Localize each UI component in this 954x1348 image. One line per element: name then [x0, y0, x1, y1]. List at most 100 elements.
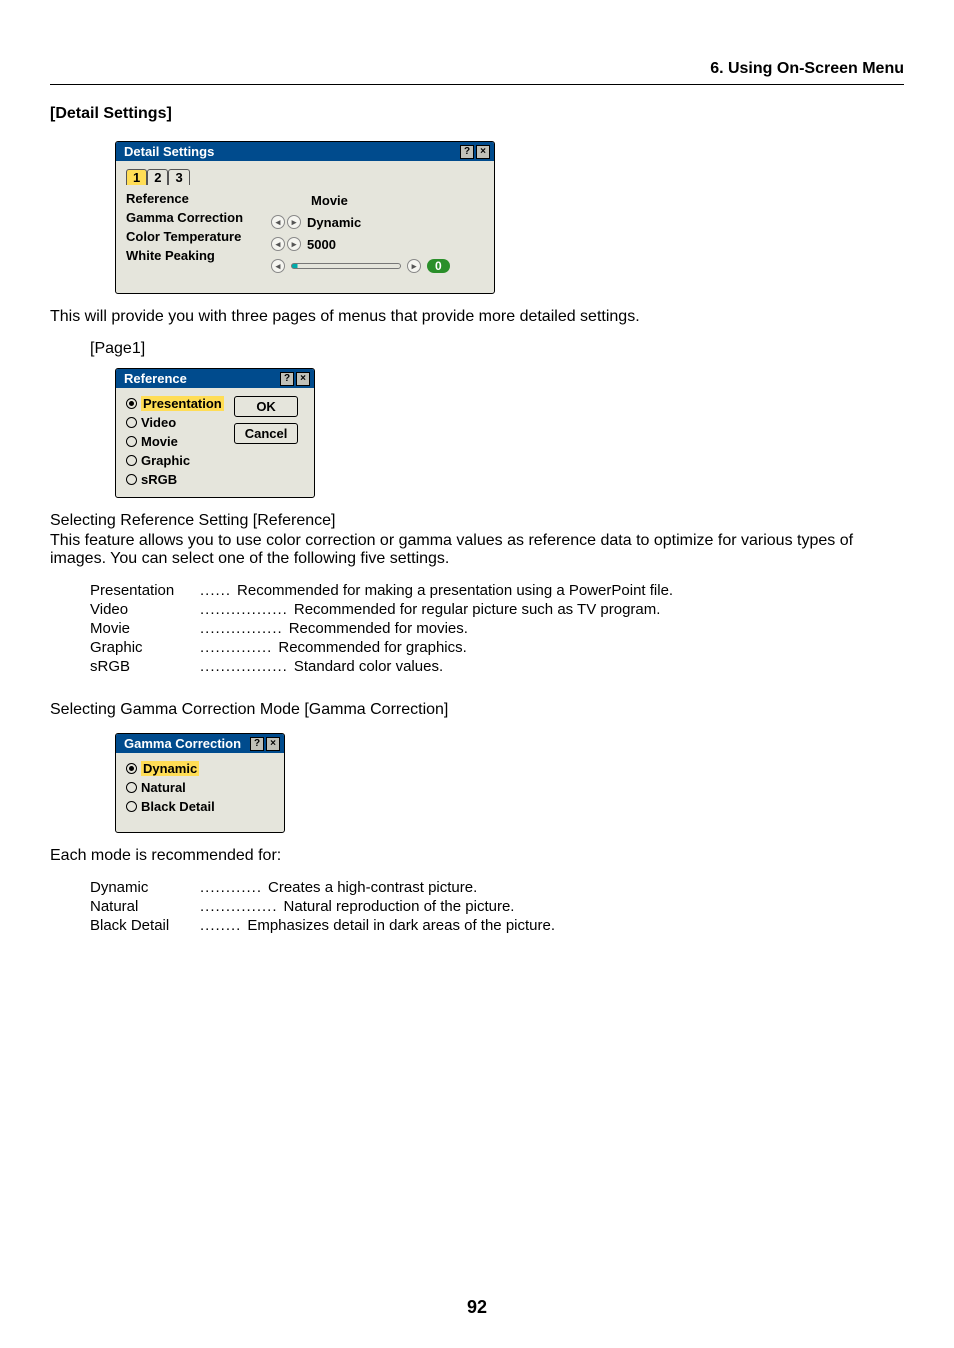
definition-term: Video: [90, 601, 200, 618]
colortemp-arrows[interactable]: ◂ ▸: [271, 237, 301, 251]
radio-label: Video: [141, 415, 176, 430]
dialog-title: Reference: [124, 371, 187, 386]
gamma-heading: Selecting Gamma Correction Mode [Gamma C…: [50, 701, 904, 719]
gamma-dialog: Gamma Correction ? × Dynamic Natural Bla…: [115, 733, 285, 833]
definition-term: Black Detail: [90, 917, 200, 934]
gamma-label: Gamma Correction: [126, 210, 243, 225]
definition-term: Movie: [90, 620, 200, 637]
colortemp-label: Color Temperature: [126, 229, 243, 244]
tab-2[interactable]: 2: [147, 169, 168, 185]
whitepeak-label: White Peaking: [126, 248, 243, 263]
radio-icon: [126, 398, 137, 409]
definition-desc: Emphasizes detail in dark areas of the p…: [247, 917, 555, 934]
tab-strip: 1 2 3: [126, 169, 484, 185]
definition-desc: Natural reproduction of the picture.: [284, 898, 515, 915]
intro-text: This will provide you with three pages o…: [50, 308, 904, 326]
definition-row: Video................. Recommended for re…: [90, 601, 904, 618]
radio-movie[interactable]: Movie: [126, 434, 224, 449]
help-icon[interactable]: ?: [280, 372, 294, 386]
radio-label: Natural: [141, 780, 186, 795]
detail-settings-dialog: Detail Settings ? × 1 2 3 Reference Gamm…: [115, 141, 495, 294]
whitepeak-slider[interactable]: [291, 263, 401, 269]
radio-natural[interactable]: Natural: [126, 780, 274, 795]
definition-desc: Creates a high-contrast picture.: [268, 879, 477, 896]
definition-dots: ..............: [200, 639, 272, 656]
arrow-left-icon[interactable]: ◂: [271, 215, 285, 229]
reference-definitions: Presentation...... Recommended for making…: [90, 582, 904, 675]
close-icon[interactable]: ×: [476, 145, 490, 159]
radio-icon: [126, 455, 137, 466]
radio-icon: [126, 763, 137, 774]
definition-dots: .................: [200, 601, 288, 618]
definition-row: Graphic.............. Recommended for gra…: [90, 639, 904, 656]
radio-graphic[interactable]: Graphic: [126, 453, 224, 468]
definition-row: Movie................ Recommended for mov…: [90, 620, 904, 637]
radio-label: Black Detail: [141, 799, 215, 814]
dialog-title: Detail Settings: [124, 144, 214, 159]
definition-desc: Standard color values.: [294, 658, 443, 675]
whitepeak-value: 0: [427, 259, 450, 273]
definition-desc: Recommended for graphics.: [278, 639, 466, 656]
cancel-button[interactable]: Cancel: [234, 423, 299, 444]
close-icon[interactable]: ×: [266, 737, 280, 751]
definition-term: Graphic: [90, 639, 200, 656]
definition-term: Presentation: [90, 582, 200, 599]
dialog-title: Gamma Correction: [124, 736, 241, 751]
definition-dots: ............: [200, 879, 262, 896]
gamma-definitions: Dynamic............ Creates a high-contra…: [90, 879, 904, 934]
reference-value: Movie: [311, 193, 348, 208]
radio-icon: [126, 417, 137, 428]
section-title: [Detail Settings]: [50, 105, 904, 123]
definition-dots: ...............: [200, 898, 278, 915]
reference-heading: Selecting Reference Setting [Reference]: [50, 512, 904, 530]
definition-dots: ................: [200, 620, 283, 637]
colortemp-value: 5000: [307, 237, 336, 252]
close-icon[interactable]: ×: [296, 372, 310, 386]
definition-desc: Recommended for making a presentation us…: [237, 582, 673, 599]
help-icon[interactable]: ?: [250, 737, 264, 751]
definition-dots: ......: [200, 582, 231, 599]
radio-label: Graphic: [141, 453, 190, 468]
definition-row: Dynamic............ Creates a high-contra…: [90, 879, 904, 896]
radio-dynamic[interactable]: Dynamic: [126, 761, 274, 776]
radio-icon: [126, 782, 137, 793]
radio-blackdetail[interactable]: Black Detail: [126, 799, 274, 814]
gamma-intro: Each mode is recommended for:: [50, 847, 904, 865]
dialog-titlebar: Reference ? ×: [116, 369, 314, 388]
ok-button[interactable]: OK: [234, 396, 299, 417]
tab-3[interactable]: 3: [168, 169, 189, 185]
radio-presentation[interactable]: Presentation: [126, 396, 224, 411]
radio-icon: [126, 801, 137, 812]
gamma-arrows[interactable]: ◂ ▸: [271, 215, 301, 229]
arrow-left-icon[interactable]: ◂: [271, 237, 285, 251]
radio-srgb[interactable]: sRGB: [126, 472, 224, 487]
reference-label: Reference: [126, 191, 243, 206]
definition-term: Dynamic: [90, 879, 200, 896]
definition-row: Presentation...... Recommended for making…: [90, 582, 904, 599]
definition-row: sRGB................. Standard color valu…: [90, 658, 904, 675]
dialog-titlebar: Detail Settings ? ×: [116, 142, 494, 161]
definition-row: Black Detail........ Emphasizes detail in…: [90, 917, 904, 934]
help-icon[interactable]: ?: [460, 145, 474, 159]
definition-term: sRGB: [90, 658, 200, 675]
gamma-value: Dynamic: [307, 215, 361, 230]
page-number: 92: [0, 1297, 954, 1318]
radio-video[interactable]: Video: [126, 415, 224, 430]
definition-dots: .................: [200, 658, 288, 675]
radio-label: Movie: [141, 434, 178, 449]
definition-desc: Recommended for movies.: [289, 620, 468, 637]
arrow-right-icon[interactable]: ▸: [287, 215, 301, 229]
chapter-header: 6. Using On-Screen Menu: [50, 60, 904, 85]
definition-dots: ........: [200, 917, 241, 934]
radio-icon: [126, 436, 137, 447]
reference-dialog: Reference ? × Presentation Video Movie: [115, 368, 315, 498]
radio-label: Dynamic: [141, 761, 199, 776]
arrow-right-icon[interactable]: ▸: [407, 259, 421, 273]
tab-1[interactable]: 1: [126, 169, 147, 185]
arrow-right-icon[interactable]: ▸: [287, 237, 301, 251]
definition-desc: Recommended for regular picture such as …: [294, 601, 661, 618]
arrow-left-icon[interactable]: ◂: [271, 259, 285, 273]
page1-label: [Page1]: [90, 340, 904, 358]
radio-label: sRGB: [141, 472, 177, 487]
definition-row: Natural...............Natural reproducti…: [90, 898, 904, 915]
